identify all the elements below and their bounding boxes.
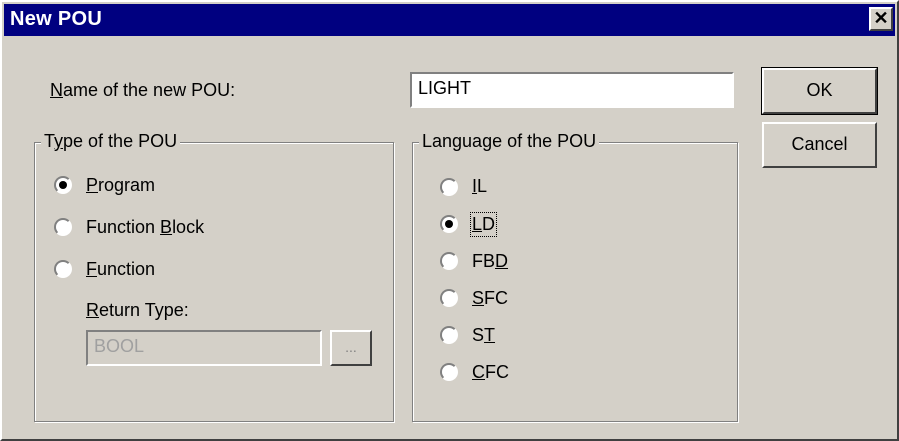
browse-button-label: ... — [345, 339, 357, 355]
radio-sfc-label[interactable]: SFC — [472, 288, 508, 309]
cancel-button[interactable]: Cancel — [762, 122, 877, 168]
title-bar[interactable]: New POU ✕ — [4, 4, 895, 36]
radio-function-label[interactable]: Function — [86, 259, 155, 280]
radio-function-block-label[interactable]: Function Block — [86, 217, 204, 238]
pou-name-label: Name of the new POU: — [50, 80, 235, 101]
pou-name-input[interactable]: LIGHT — [410, 72, 734, 108]
pou-name-value: LIGHT — [418, 78, 472, 98]
opt-mn: L — [472, 214, 483, 234]
opt-post: D — [482, 214, 496, 234]
radio-il-label[interactable]: IL — [472, 176, 487, 197]
radio-program-label[interactable]: Program — [86, 175, 155, 196]
radio-selected-dot — [59, 181, 67, 189]
opt-post: FC — [485, 362, 509, 382]
radio-st-label[interactable]: ST — [472, 325, 495, 346]
radio-cfc-label[interactable]: CFC — [472, 362, 509, 383]
opt-post: rogram — [98, 175, 156, 195]
opt-post: L — [477, 176, 488, 196]
opt-post: lock — [172, 217, 205, 237]
radio-ld-label[interactable]: LD — [469, 212, 498, 237]
cancel-button-label: Cancel — [791, 134, 848, 154]
opt-mn: C — [472, 362, 485, 382]
radio-ld[interactable] — [440, 215, 458, 233]
return-type-input: BOOL — [86, 330, 322, 366]
rt-mnemonic: R — [86, 300, 99, 320]
radio-selected-dot — [445, 220, 453, 228]
type-group-title: Type of the POU — [41, 131, 181, 152]
opt-mn: T — [484, 325, 496, 345]
rt-rest: eturn Type: — [99, 300, 189, 320]
opt-mn: F — [86, 259, 97, 279]
return-type-value: BOOL — [94, 336, 145, 356]
opt-mn: P — [86, 175, 99, 195]
ok-button-label: OK — [806, 80, 833, 100]
new-pou-dialog: New POU ✕ Name of the new POU: LIGHT OK … — [0, 0, 899, 441]
language-groupbox: Language of the POU — [412, 131, 738, 422]
return-type-label: Return Type: — [86, 300, 189, 321]
opt-mn: S — [472, 288, 485, 308]
radio-il[interactable] — [440, 178, 458, 196]
close-button[interactable]: ✕ — [869, 7, 893, 31]
opt-mn: B — [160, 217, 173, 237]
opt-pre: FB — [472, 251, 496, 271]
pou-name-label-mnemonic: N — [50, 80, 63, 100]
radio-function-block[interactable] — [54, 218, 72, 236]
browse-return-type-button: ... — [330, 330, 372, 366]
type-title-mnemonic: y — [54, 131, 64, 151]
opt-post: unction — [97, 259, 156, 279]
opt-post: FC — [484, 288, 509, 308]
opt-pre: S — [472, 325, 485, 345]
radio-function[interactable] — [54, 260, 72, 278]
radio-fbd-label[interactable]: FBD — [472, 251, 508, 272]
opt-pre: Function — [86, 217, 161, 237]
radio-cfc[interactable] — [440, 363, 458, 381]
pou-name-label-rest: ame of the new POU: — [63, 80, 236, 100]
language-group-title: Language of the POU — [419, 131, 600, 152]
type-title-prefix: T — [44, 131, 55, 151]
radio-fbd[interactable] — [440, 252, 458, 270]
type-title-rest: pe of the POU — [63, 131, 178, 151]
radio-st[interactable] — [440, 326, 458, 344]
opt-mn: D — [495, 251, 509, 271]
ok-button[interactable]: OK — [761, 67, 878, 115]
window-title: New POU — [10, 8, 103, 30]
radio-sfc[interactable] — [440, 289, 458, 307]
close-icon: ✕ — [873, 8, 889, 28]
radio-program[interactable] — [54, 176, 72, 194]
